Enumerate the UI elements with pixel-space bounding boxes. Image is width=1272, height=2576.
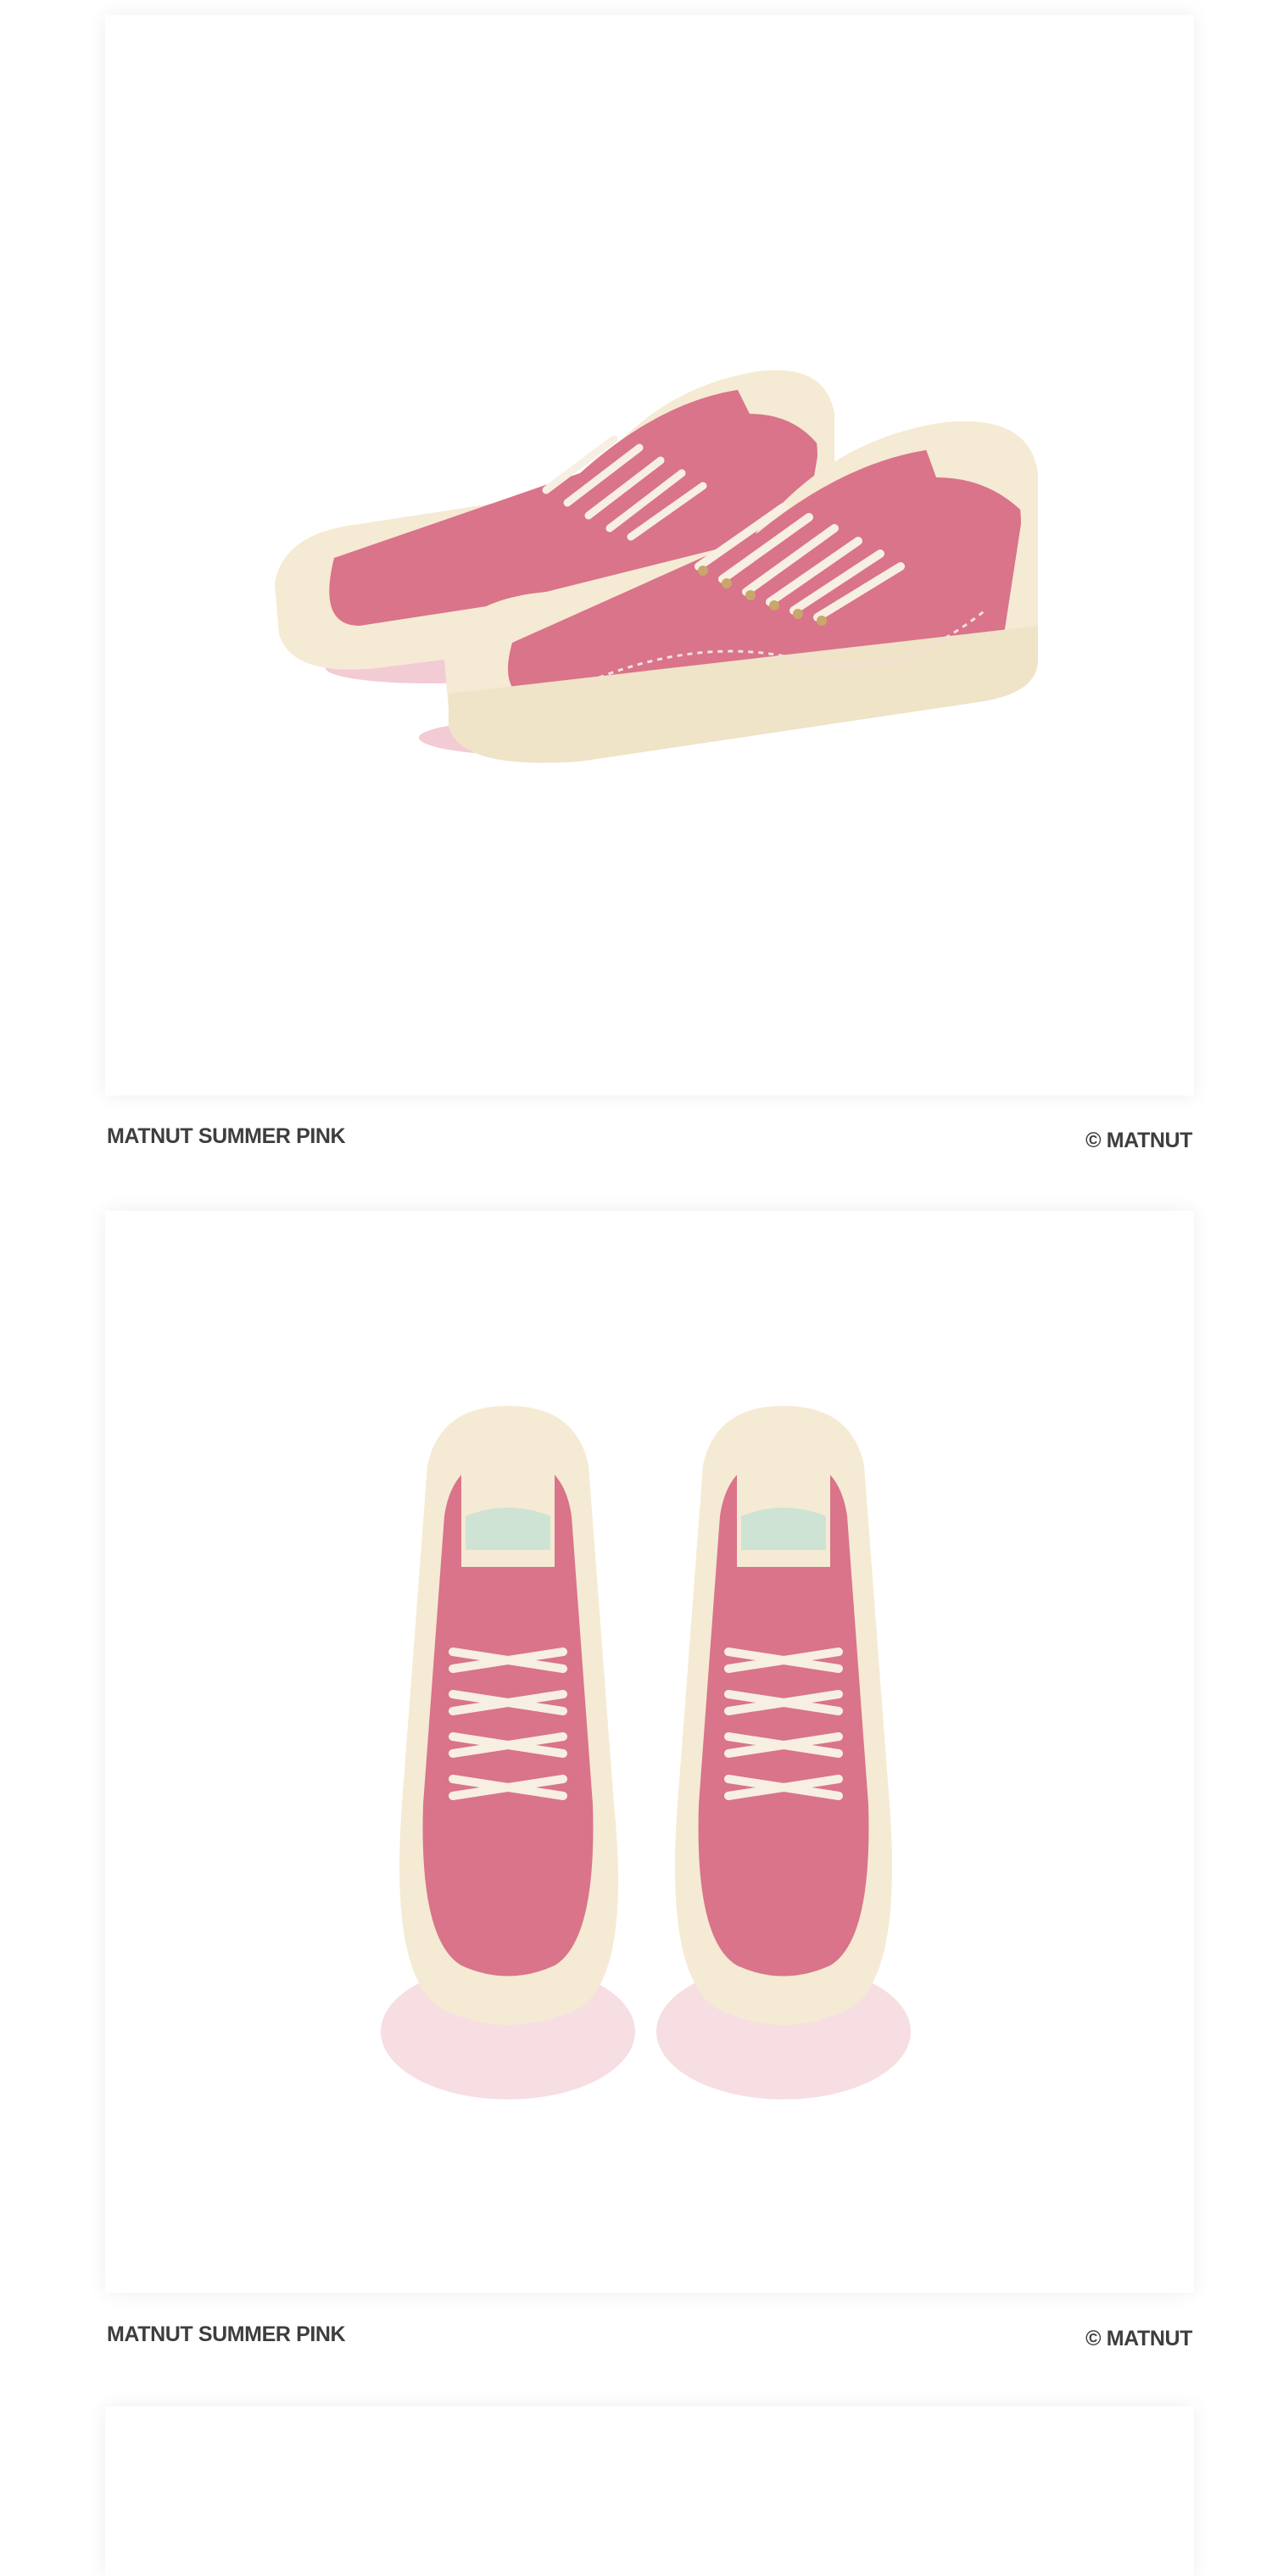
caption-title: MATNUT SUMMER PINK bbox=[107, 2322, 346, 2346]
caption-title: MATNUT SUMMER PINK bbox=[107, 1124, 346, 1148]
sneakers-top-illustration bbox=[381, 1406, 911, 2099]
gallery-image-next[interactable] bbox=[105, 2406, 1194, 2576]
caption-credit: © MATNUT bbox=[1085, 1129, 1192, 1152]
image-gallery: MATNUT SUMMER PINK © MATNUT MATNUT SUMME… bbox=[0, 0, 1272, 2576]
gallery-image-sneakers-side[interactable] bbox=[105, 15, 1194, 1096]
caption-credit: © MATNUT bbox=[1085, 2327, 1192, 2350]
gallery-image-sneakers-top[interactable] bbox=[105, 1211, 1194, 2293]
left-shoe-shape bbox=[381, 1406, 635, 2099]
right-shoe-shape bbox=[656, 1406, 911, 2099]
sneakers-side-illustration bbox=[275, 370, 1038, 763]
